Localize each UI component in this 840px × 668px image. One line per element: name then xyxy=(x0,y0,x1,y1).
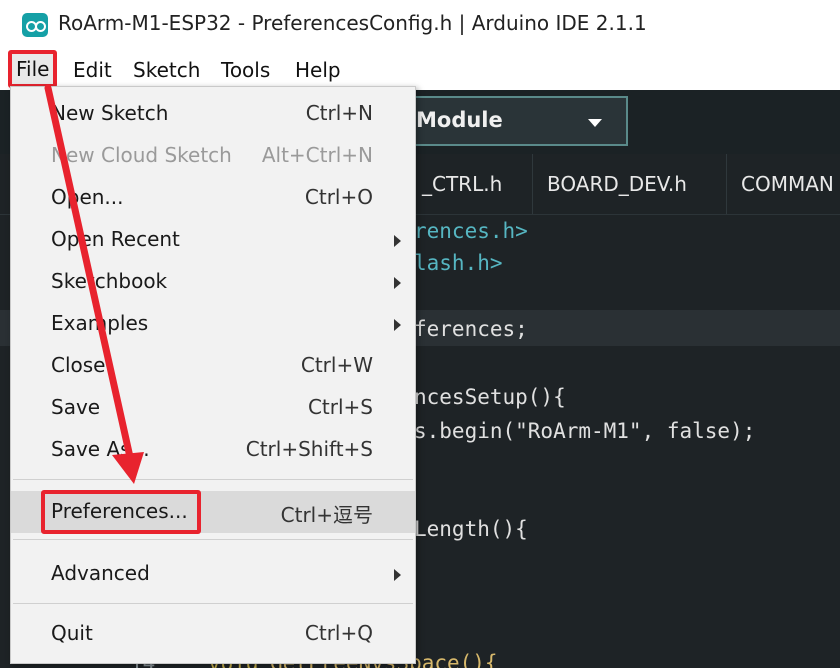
menu-item-advanced[interactable]: Advanced xyxy=(11,553,415,595)
tab-board-dev[interactable]: BOARD_DEV.h xyxy=(532,154,701,214)
chevron-right-icon xyxy=(394,319,401,331)
menu-item-open[interactable]: Open... Ctrl+O xyxy=(11,177,415,219)
code-line: lash.h> xyxy=(414,251,503,275)
chevron-right-icon xyxy=(394,569,401,581)
tab-command[interactable]: COMMAN xyxy=(726,154,840,214)
arduino-logo-icon xyxy=(22,13,48,37)
window-title: RoArm-M1-ESP32 - PreferencesConfig.h | A… xyxy=(58,11,647,35)
menu-item-open-recent[interactable]: Open Recent xyxy=(11,219,415,261)
tab-ctrl[interactable]: _CTRL.h xyxy=(408,154,516,214)
menu-file[interactable]: File xyxy=(8,50,58,88)
menu-separator xyxy=(13,603,413,604)
chevron-right-icon xyxy=(394,277,401,289)
board-select-label: Module xyxy=(416,108,503,132)
menu-item-new-cloud-sketch: New Cloud Sketch Alt+Ctrl+N xyxy=(51,143,373,167)
file-menu-dropdown: New Sketch Ctrl+N New Cloud Sketch Alt+C… xyxy=(10,86,416,664)
code-line: rences.h> xyxy=(414,219,528,243)
menu-item-new-sketch[interactable]: New Sketch Ctrl+N xyxy=(11,93,415,135)
menu-item-quit[interactable]: Quit Ctrl+Q xyxy=(11,613,415,655)
menu-separator xyxy=(13,479,413,480)
menu-item-sketchbook[interactable]: Sketchbook xyxy=(11,261,415,303)
menu-item-close[interactable]: Close Ctrl+W xyxy=(11,345,415,387)
board-select-dropdown[interactable]: Module xyxy=(380,96,628,146)
code-line: s.begin("RoArm-M1", false); xyxy=(414,419,756,443)
preferences-highlight-box xyxy=(41,490,201,534)
code-line: ncesSetup(){ xyxy=(414,385,566,409)
chevron-right-icon xyxy=(394,235,401,247)
menu-bar: File Edit Sketch Tools Help xyxy=(0,50,840,90)
menu-help[interactable]: Help xyxy=(290,56,346,84)
menu-tools[interactable]: Tools xyxy=(216,56,275,84)
code-line: Length(){ xyxy=(414,517,528,541)
menu-item-save[interactable]: Save Ctrl+S xyxy=(11,387,415,429)
menu-edit[interactable]: Edit xyxy=(68,56,117,84)
code-line: ferences; xyxy=(414,317,528,341)
menu-item-examples[interactable]: Examples xyxy=(11,303,415,345)
menu-sketch[interactable]: Sketch xyxy=(128,56,205,84)
menu-separator xyxy=(13,539,413,540)
menu-item-save-as[interactable]: Save As... Ctrl+Shift+S xyxy=(11,429,415,471)
title-bar: RoArm-M1-ESP32 - PreferencesConfig.h | A… xyxy=(0,0,840,50)
caret-down-icon xyxy=(588,119,602,127)
